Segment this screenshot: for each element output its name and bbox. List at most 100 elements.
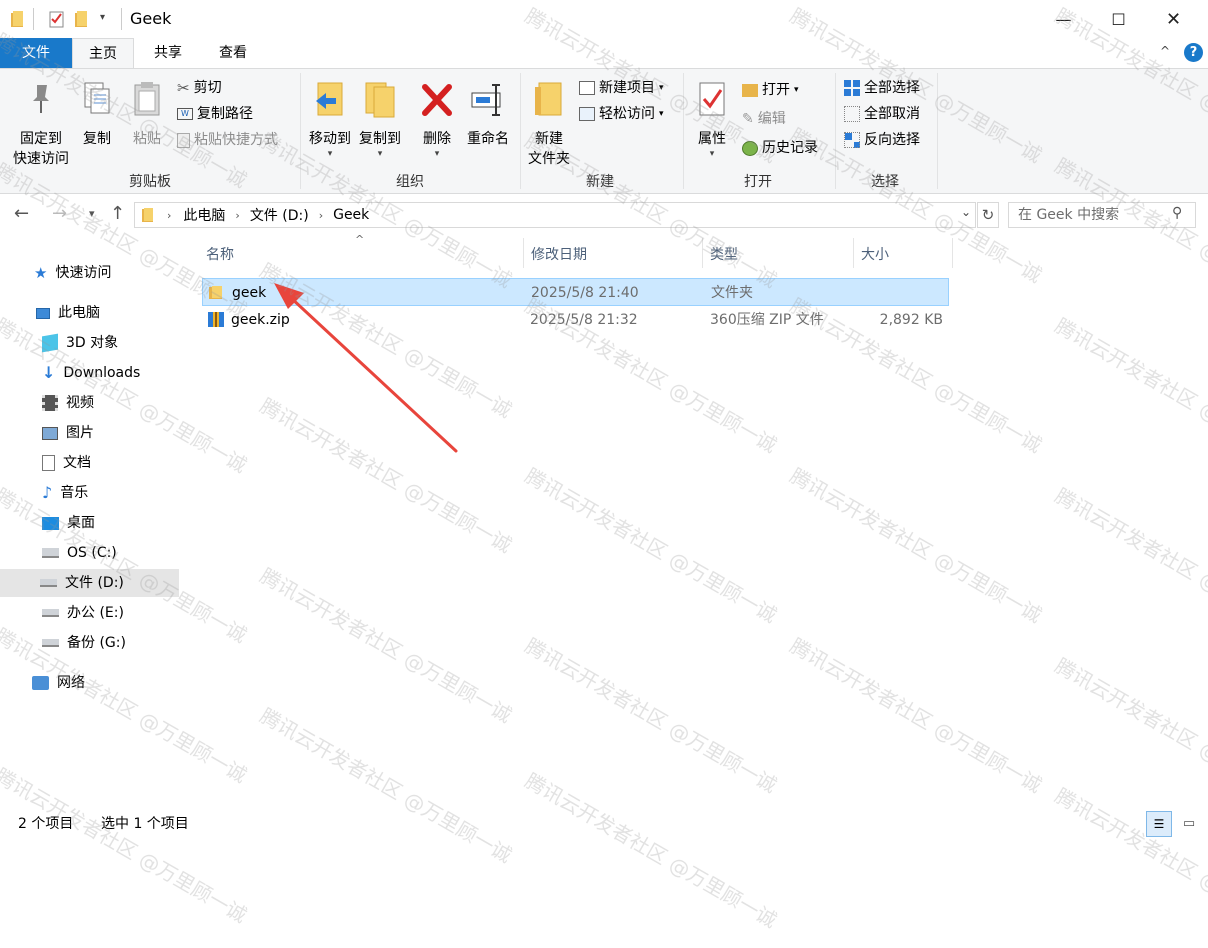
back-arrow-icon[interactable]: ← <box>14 203 29 224</box>
new-item-button[interactable]: 新建项目 ▾ <box>579 76 664 100</box>
column-header-type[interactable]: 类型 <box>710 243 738 267</box>
large-icons-view-icon[interactable]: ▭ <box>1178 814 1200 834</box>
sidebar-item-label: 办公 (E:) <box>67 599 124 627</box>
search-icon[interactable]: ⚲ <box>1172 205 1182 221</box>
breadcrumb-geek[interactable]: Geek <box>333 207 369 223</box>
sidebar-item-network[interactable]: 网络 <box>32 669 85 697</box>
search-input[interactable]: 在 Geek 中搜索 <box>1008 202 1196 228</box>
rename-button[interactable]: 重命名 <box>463 79 513 149</box>
music-note-icon: ♪ <box>42 479 52 507</box>
annotation-arrow-icon <box>260 275 470 460</box>
breadcrumb-chevron-icon[interactable]: › <box>235 209 239 222</box>
copy-label: 复制 <box>76 129 118 149</box>
delete-dropdown-icon: ▾ <box>417 149 457 159</box>
paste-button[interactable]: 粘贴 <box>126 79 168 149</box>
minimize-button[interactable]: — <box>1036 0 1091 38</box>
select-all-button[interactable]: 全部选择 <box>844 76 920 100</box>
address-bar[interactable]: › 此电脑 › 文件 (D:) › Geek ⌄ <box>134 202 976 228</box>
copy-path-button[interactable]: W 复制路径 <box>177 102 253 126</box>
sidebar-item-3d-objects[interactable]: 3D 对象 <box>42 329 118 357</box>
edit-icon: ✎ <box>742 107 754 131</box>
paste-shortcut-button[interactable]: 粘贴快捷方式 <box>177 128 278 152</box>
breadcrumb-drive-d[interactable]: 文件 (D:) <box>250 205 309 225</box>
easy-access-button[interactable]: 轻松访问 ▾ <box>579 102 664 126</box>
move-to-label: 移动到 <box>305 129 355 149</box>
invert-selection-icon <box>844 132 860 148</box>
sidebar-item-drive-g[interactable]: 备份 (G:) <box>42 629 126 657</box>
history-button[interactable]: 历史记录 <box>742 136 818 160</box>
invert-selection-button[interactable]: 反向选择 <box>844 128 920 152</box>
folder-icon <box>208 284 224 300</box>
tab-home[interactable]: 主页 <box>72 38 134 69</box>
sidebar-item-pictures[interactable]: 图片 <box>42 419 94 447</box>
delete-x-icon <box>419 79 455 119</box>
select-none-button[interactable]: 全部取消 <box>844 102 920 126</box>
refresh-icon[interactable]: ↻ <box>977 202 999 228</box>
sidebar-item-label: 备份 (G:) <box>67 629 126 657</box>
tab-share[interactable]: 共享 <box>140 38 196 68</box>
move-to-dropdown-icon: ▾ <box>305 149 355 159</box>
help-icon[interactable]: ? <box>1184 43 1203 62</box>
copy-button[interactable]: 复制 <box>76 79 118 149</box>
sidebar-item-quick-access[interactable]: ★ 快速访问 <box>34 259 111 287</box>
sidebar-item-music[interactable]: ♪ 音乐 <box>42 479 88 507</box>
up-arrow-icon[interactable]: ↑ <box>110 203 125 224</box>
edit-button[interactable]: ✎ 编辑 <box>742 107 786 131</box>
sidebar-item-downloads[interactable]: ↓ Downloads <box>42 359 140 387</box>
picture-icon <box>42 427 58 440</box>
breadcrumb-chevron-icon[interactable]: › <box>319 209 323 222</box>
watermark-text: 腾讯云开发者社区 @万里顾一诚 <box>786 460 1048 628</box>
drive-icon <box>40 579 57 587</box>
open-button[interactable]: 打开 ▾ <box>742 78 799 102</box>
organize-group-label: 组织 <box>360 171 460 191</box>
new-folder-button[interactable]: 新建 文件夹 <box>524 79 574 169</box>
properties-icon <box>694 79 730 119</box>
sidebar-item-videos[interactable]: 视频 <box>42 389 94 417</box>
tab-file[interactable]: 文件 <box>0 38 72 68</box>
breadcrumb-chevron-icon[interactable]: › <box>167 209 171 222</box>
quick-access-dropdown-icon[interactable]: ▾ <box>100 12 105 23</box>
copy-to-button[interactable]: 复制到 ▾ <box>355 79 405 159</box>
history-label: 历史记录 <box>762 136 818 160</box>
properties-button[interactable]: 属性 ▾ <box>690 79 734 159</box>
pin-quick-access-button[interactable]: 固定到 快速访问 <box>6 79 76 169</box>
sidebar-item-label: Downloads <box>63 359 140 387</box>
sidebar-item-this-pc[interactable]: 此电脑 <box>36 299 100 327</box>
column-header-name[interactable]: 名称 <box>206 243 234 267</box>
sidebar-item-documents[interactable]: 文档 <box>42 449 91 477</box>
file-date: 2025/5/8 21:40 <box>531 279 639 307</box>
sidebar-item-desktop[interactable]: 桌面 <box>42 509 95 537</box>
paste-label: 粘贴 <box>126 129 168 149</box>
select-none-icon <box>844 106 860 122</box>
scissors-icon: ✂ <box>177 76 190 100</box>
cut-button[interactable]: ✂ 剪切 <box>177 76 222 100</box>
windows-drive-icon <box>42 548 59 558</box>
forward-arrow-icon[interactable]: → <box>52 203 67 224</box>
computer-icon <box>36 308 50 319</box>
copy-to-icon <box>362 79 398 119</box>
breadcrumb-this-pc[interactable]: 此电脑 <box>183 205 225 225</box>
ribbon: 固定到 快速访问 复制 粘贴 ✂ 剪切 W 复制路径 粘贴快捷方式 剪贴板 移动… <box>0 68 1208 194</box>
rename-icon <box>470 79 506 119</box>
select-all-icon <box>844 80 860 96</box>
sidebar-item-drive-e[interactable]: 办公 (E:) <box>42 599 124 627</box>
history-icon <box>742 141 758 156</box>
recent-locations-dropdown-icon[interactable]: ▾ <box>89 207 95 220</box>
column-header-size[interactable]: 大小 <box>861 243 889 267</box>
copy-to-label: 复制到 <box>355 129 405 149</box>
delete-button[interactable]: 删除 ▾ <box>417 79 457 159</box>
move-to-button[interactable]: 移动到 ▾ <box>305 79 355 159</box>
close-button[interactable]: ✕ <box>1146 0 1201 38</box>
properties-quick-icon[interactable] <box>48 10 66 28</box>
maximize-button[interactable]: ☐ <box>1091 0 1146 38</box>
new-folder-quick-icon[interactable] <box>74 10 90 28</box>
column-header-date[interactable]: 修改日期 <box>531 243 587 267</box>
sidebar-item-drive-c[interactable]: OS (C:) <box>42 539 117 567</box>
sidebar-item-drive-d[interactable]: 文件 (D:) <box>0 569 179 597</box>
collapse-ribbon-icon[interactable]: ^ <box>1160 44 1170 58</box>
details-view-icon[interactable]: ☰ <box>1146 811 1172 837</box>
paste-icon <box>129 79 165 119</box>
tab-view[interactable]: 查看 <box>205 38 261 68</box>
watermark-text: 腾讯云开发者社区 @万里顾一诚 <box>521 630 783 798</box>
address-dropdown-icon[interactable]: ⌄ <box>961 205 971 219</box>
